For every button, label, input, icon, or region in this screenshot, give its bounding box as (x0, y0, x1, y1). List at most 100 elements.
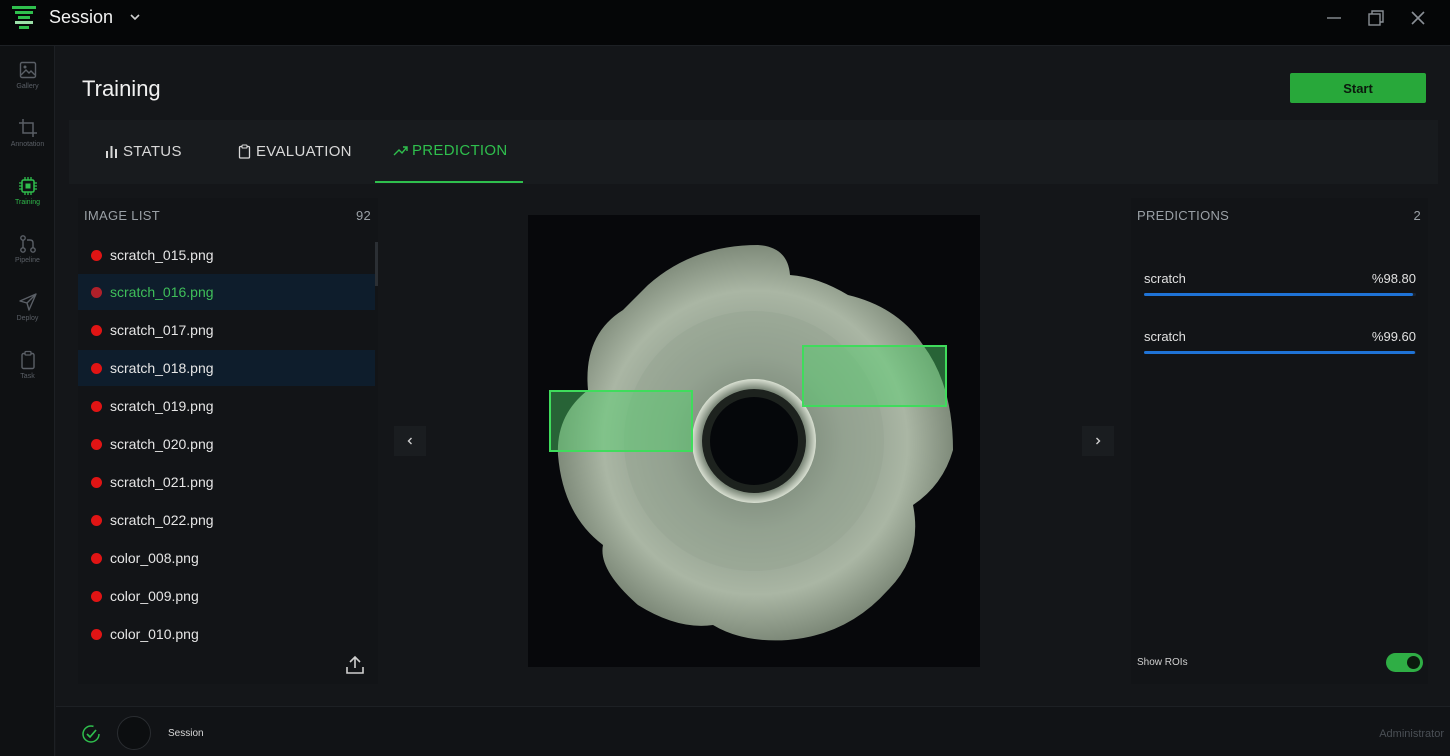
error-dot-icon (91, 438, 102, 450)
page-title: Training (82, 76, 161, 101)
prediction-bar-track (1144, 351, 1416, 354)
show-rois-label: Show ROIs (1137, 657, 1188, 668)
list-item[interactable]: scratch_020.png (78, 426, 375, 462)
list-item[interactable]: scratch_017.png (78, 312, 375, 348)
image-icon (19, 61, 36, 79)
minimize-icon[interactable] (1324, 8, 1344, 28)
prev-image-button[interactable] (394, 426, 426, 456)
sidebar-item-training[interactable]: Training (0, 174, 55, 220)
tab-status[interactable]: STATUS (104, 120, 182, 183)
list-item-label: scratch_020.png (110, 436, 214, 452)
title-bar: Session (0, 0, 1450, 46)
image-list-count: 92 (355, 207, 371, 223)
user-label[interactable]: Administrator (1379, 728, 1444, 740)
predictions-count: 2 (1413, 207, 1421, 223)
sidebar: Gallery Annotation Training Pipeline Dep… (0, 46, 55, 756)
list-item[interactable]: scratch_019.png (78, 388, 375, 424)
predictions-panel: PREDICTIONS 2 scratch %98.80 scratch %99… (1131, 198, 1428, 684)
list-item-label: scratch_021.png (110, 474, 214, 490)
error-dot-icon (91, 362, 102, 374)
start-button[interactable]: Start (1290, 73, 1426, 103)
prediction-row[interactable]: scratch %98.80 (1144, 271, 1416, 311)
error-dot-icon (91, 324, 102, 336)
prediction-bar-track (1144, 293, 1416, 296)
list-item[interactable]: color_010.png (78, 616, 375, 652)
check-circle-icon (82, 725, 100, 743)
prediction-bar-fill (1144, 351, 1415, 354)
error-dot-icon (91, 249, 102, 261)
sidebar-item-annotation[interactable]: Annotation (0, 116, 55, 162)
show-rois-toggle[interactable] (1386, 653, 1423, 672)
prediction-label: scratch (1144, 329, 1186, 344)
list-item-label: scratch_018.png (110, 360, 214, 376)
error-dot-icon (91, 628, 102, 640)
list-item-label: scratch_017.png (110, 322, 214, 338)
list-item-label: scratch_019.png (110, 398, 214, 414)
sidebar-item-label: Annotation (10, 141, 45, 148)
sidebar-item-deploy[interactable]: Deploy (0, 290, 55, 336)
roi-box (802, 345, 947, 407)
list-item-label: color_009.png (110, 588, 199, 604)
upload-icon[interactable] (344, 654, 366, 676)
list-item[interactable]: scratch_022.png (78, 502, 375, 538)
tab-prediction[interactable]: PREDICTION (375, 120, 523, 183)
predictions-header: PREDICTIONS 2 (1131, 198, 1428, 232)
tee-nut-image (549, 245, 953, 641)
list-item[interactable]: scratch_021.png (78, 464, 375, 500)
trending-up-icon (393, 146, 408, 156)
toggle-knob (1407, 656, 1420, 669)
restore-icon[interactable] (1366, 8, 1386, 28)
error-dot-icon (91, 286, 102, 298)
sidebar-item-label: Training (14, 199, 41, 206)
image-list-panel: IMAGE LIST 92 scratch_015.png scratch_01… (78, 198, 378, 684)
sidebar-item-label: Pipeline (15, 257, 40, 264)
error-dot-icon (91, 552, 102, 564)
chevron-down-icon[interactable] (128, 10, 142, 24)
error-dot-icon (91, 514, 102, 526)
image-viewer[interactable] (528, 215, 980, 667)
send-icon (18, 293, 37, 311)
bottom-status-bar: Session Administrator (56, 706, 1450, 756)
session-avatar[interactable] (117, 716, 151, 750)
crop-icon (18, 119, 37, 137)
tab-evaluation[interactable]: EVALUATION (237, 120, 352, 183)
clipboard-icon (20, 350, 35, 370)
list-item[interactable]: scratch_016.png (78, 274, 375, 310)
list-item-label: color_008.png (110, 550, 199, 566)
sidebar-item-task[interactable]: Task (0, 348, 55, 394)
list-item[interactable]: scratch_018.png (78, 350, 375, 386)
list-scrollbar[interactable] (375, 242, 378, 286)
sidebar-item-label: Task (20, 373, 35, 380)
list-item-label: scratch_015.png (110, 247, 214, 263)
error-dot-icon (91, 400, 102, 412)
list-item-label: color_010.png (110, 626, 199, 642)
chip-icon (18, 177, 37, 195)
image-list-title: IMAGE LIST (84, 207, 160, 223)
sidebar-item-label: Gallery (16, 83, 39, 90)
roi-box (549, 390, 693, 452)
tab-label: EVALUATION (256, 143, 352, 160)
chevron-left-icon (407, 437, 412, 445)
git-branch-icon (19, 235, 36, 253)
list-item-label: scratch_016.png (110, 284, 214, 300)
predictions-title: PREDICTIONS (1137, 207, 1230, 223)
prediction-row[interactable]: scratch %99.60 (1144, 329, 1416, 369)
close-icon[interactable] (1408, 8, 1428, 28)
tab-bar: STATUS EVALUATION PREDICTION (69, 120, 1438, 184)
list-item-label: scratch_022.png (110, 512, 214, 528)
list-item[interactable]: color_009.png (78, 578, 375, 614)
chevron-right-icon (1096, 437, 1101, 445)
bar-chart-icon (106, 146, 117, 158)
tab-label: PREDICTION (412, 142, 508, 159)
list-item[interactable]: color_008.png (78, 540, 375, 576)
sidebar-item-label: Deploy (16, 315, 39, 322)
next-image-button[interactable] (1082, 426, 1114, 456)
prediction-label: scratch (1144, 271, 1186, 286)
list-item[interactable]: scratch_015.png (78, 237, 375, 273)
image-list-header: IMAGE LIST 92 (78, 198, 378, 232)
sidebar-item-gallery[interactable]: Gallery (0, 58, 55, 104)
app-logo-icon (12, 6, 36, 29)
prediction-score: %98.80 (1371, 271, 1416, 286)
error-dot-icon (91, 590, 102, 602)
sidebar-item-pipeline[interactable]: Pipeline (0, 232, 55, 278)
